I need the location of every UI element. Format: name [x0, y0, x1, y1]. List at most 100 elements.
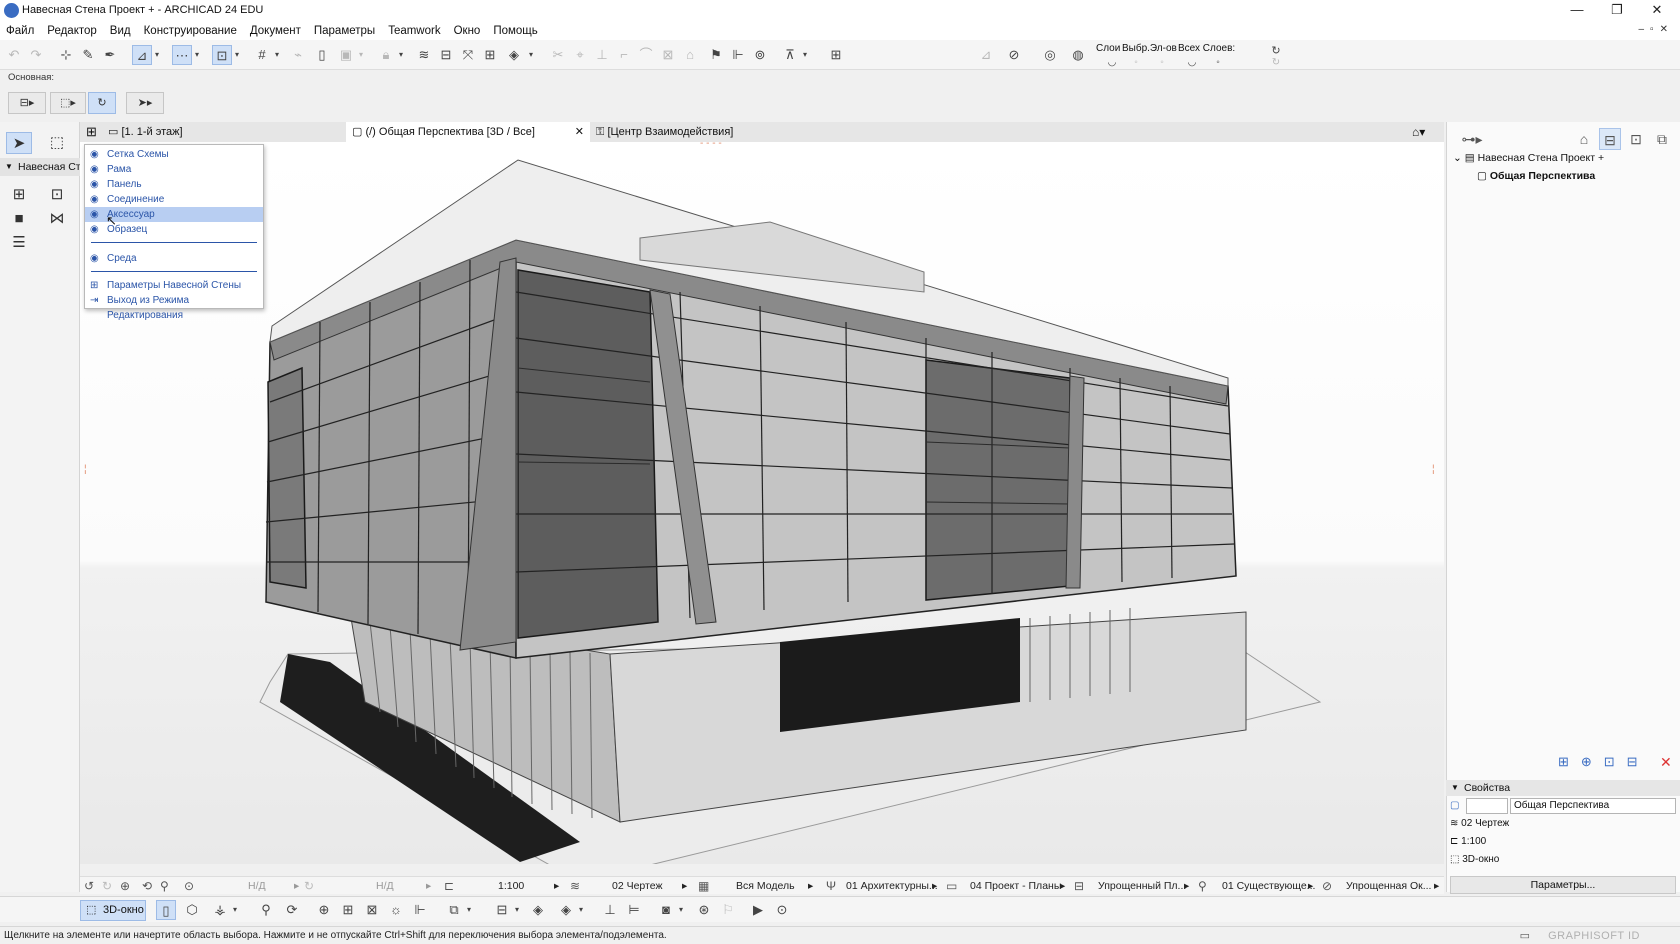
- adjust-icon[interactable]: ⌖: [570, 45, 590, 65]
- 3d-style-icon[interactable]: ⧉: [444, 900, 464, 920]
- orbit-icon[interactable]: ⟲: [142, 877, 152, 895]
- close-window-button[interactable]: ✕: [1634, 0, 1680, 22]
- chevron-down-icon[interactable]: ▾: [272, 45, 282, 65]
- geometry-method-icon[interactable]: ⊟▸: [8, 92, 46, 114]
- dropdown-arrow-icon[interactable]: ▸: [1060, 877, 1065, 895]
- chevron-down-icon[interactable]: ▾: [152, 45, 162, 65]
- lock-layer-icon[interactable]: ◦: [1126, 53, 1146, 73]
- render-icon[interactable]: ⊛: [694, 900, 714, 920]
- menu-item-exit-edit-mode[interactable]: ⇥ Выход из Режима Редактирования: [85, 293, 263, 321]
- redo-icon[interactable]: ↷: [26, 45, 46, 65]
- zoom-value-2[interactable]: Н/Д: [376, 877, 394, 895]
- show-selection-icon[interactable]: ◍: [1068, 45, 1088, 65]
- measure-icon[interactable]: ⊘: [1004, 45, 1024, 65]
- 3d-view-icon[interactable]: ◈: [504, 45, 524, 65]
- view-map-icon[interactable]: ⊟: [1599, 128, 1621, 150]
- pen-set[interactable]: 01 Архитектурны...: [846, 877, 938, 895]
- markup-icon[interactable]: ⊿: [976, 45, 996, 65]
- navigator-options-icon[interactable]: ⊶▸: [1455, 128, 1489, 150]
- undo-icon[interactable]: ↶: [4, 45, 24, 65]
- view-id-field[interactable]: [1466, 798, 1508, 814]
- scheme-grid-tool-icon[interactable]: ⊞: [6, 184, 32, 206]
- arrow-tool-icon[interactable]: ➤: [6, 132, 32, 154]
- align-icon[interactable]: ⊥: [592, 45, 612, 65]
- graphisoft-id-label[interactable]: GRAPHISOFT ID: [1548, 930, 1640, 942]
- menu-item-environment[interactable]: ◉ Среда: [85, 251, 263, 266]
- eye-icon[interactable]: ◉: [90, 207, 99, 222]
- dropdown-arrow-icon[interactable]: ▸: [1434, 877, 1439, 895]
- grid-snap-icon[interactable]: #: [252, 45, 272, 65]
- chevron-down-icon[interactable]: ▾: [356, 45, 366, 65]
- walk-icon[interactable]: ⚲: [256, 900, 276, 920]
- menu-document[interactable]: Документ: [250, 25, 308, 37]
- eye-icon[interactable]: ◉: [90, 147, 99, 162]
- renovation-icon[interactable]: ⊩: [728, 45, 748, 65]
- chevron-down-icon[interactable]: ▾: [464, 900, 474, 920]
- dropdown-arrow-icon[interactable]: ▸: [932, 877, 937, 895]
- 3d-cutaway-icon[interactable]: ⊞: [338, 900, 358, 920]
- split-icon[interactable]: ✂: [548, 45, 568, 65]
- group-icon[interactable]: ▣: [336, 45, 356, 65]
- curtain-wall-group[interactable]: ▼Навесная Стена: [0, 158, 80, 176]
- bimx-icon[interactable]: ⊙: [772, 900, 792, 920]
- chevron-down-icon[interactable]: ▾: [230, 900, 240, 920]
- chevron-down-icon[interactable]: ▾: [676, 900, 686, 920]
- chevron-down-icon[interactable]: ▾: [192, 45, 202, 65]
- resize-icon[interactable]: ⤧: [458, 45, 478, 65]
- dropdown-arrow-icon[interactable]: ▸: [808, 877, 813, 895]
- menu-item-scheme-grid[interactable]: ◉ Сетка Схемы: [85, 147, 263, 162]
- structure-display[interactable]: Упрощенная Ок...: [1346, 877, 1431, 895]
- filter-icon[interactable]: ⊟: [492, 900, 512, 920]
- pen-set-icon[interactable]: Ψ: [826, 877, 836, 895]
- scale-value[interactable]: 1:100: [498, 877, 524, 895]
- menu-item-frame[interactable]: ◉ Рама: [85, 162, 263, 177]
- transform-icon[interactable]: ⊞: [480, 45, 500, 65]
- menu-window[interactable]: Окно: [454, 25, 488, 37]
- scale-row[interactable]: ⊏ 1:100: [1450, 834, 1486, 850]
- camera-icon[interactable]: ◙: [656, 900, 676, 920]
- accessory-tool-icon[interactable]: ☰: [6, 232, 32, 254]
- tree-item-project[interactable]: ⌄ ▤ Навесная Стена Проект +: [1453, 150, 1604, 166]
- 3d-window-button[interactable]: ⬚ 3D-окно: [80, 900, 146, 921]
- 3d-viewport[interactable]: - - - - ¦ ¦: [80, 142, 1444, 864]
- orbit-3d-icon[interactable]: ⟳: [282, 900, 302, 920]
- walkthrough-icon[interactable]: ⚶: [210, 900, 230, 920]
- tab-3d-perspective[interactable]: ▢ (/) Общая Перспектива [3D / Все] ✕: [346, 122, 590, 142]
- intersect-icon[interactable]: ⊠: [658, 45, 678, 65]
- eye-icon[interactable]: ◉: [90, 222, 99, 237]
- view-cube-icon[interactable]: ◈: [556, 900, 576, 920]
- stair-icon[interactable]: ⊥: [600, 900, 620, 920]
- rotate-view-icon[interactable]: ↻: [304, 877, 314, 895]
- perspective-icon[interactable]: ▯: [156, 900, 176, 920]
- marquee-3d-icon[interactable]: ⊠: [362, 900, 382, 920]
- menu-design[interactable]: Конструирование: [144, 25, 244, 37]
- zoom-in-icon[interactable]: ⊕: [120, 877, 130, 895]
- axonometry-icon[interactable]: ⬡: [182, 900, 202, 920]
- panel-tool-icon[interactable]: ■: [6, 208, 32, 230]
- override-icon[interactable]: ⊟: [1074, 877, 1084, 895]
- dropdown-arrow-icon[interactable]: ▸: [294, 877, 299, 895]
- properties-toolbar-icons[interactable]: ⊞⊕⊡⊟: [1558, 754, 1650, 770]
- offset-icon[interactable]: ⌐: [614, 45, 634, 65]
- snap-points-icon[interactable]: ⊡: [212, 45, 232, 65]
- lock-icon[interactable]: 🔒︎: [376, 45, 396, 65]
- show-all-icon[interactable]: ◎: [1040, 45, 1060, 65]
- explore-icon[interactable]: ⚲: [160, 877, 169, 895]
- chevron-down-icon[interactable]: ▾: [800, 45, 810, 65]
- menu-file[interactable]: Файл: [6, 25, 41, 37]
- chevron-down-icon[interactable]: ⌄: [1453, 152, 1462, 164]
- tab-floor-plan[interactable]: ▭ [1. 1-й этаж]: [102, 122, 346, 142]
- eye-icon[interactable]: ◡: [1102, 53, 1122, 73]
- chevron-down-icon[interactable]: ▾: [232, 45, 242, 65]
- selection-method-icon[interactable]: ⬚▸: [50, 92, 86, 114]
- chevron-down-icon[interactable]: ▾: [396, 45, 406, 65]
- redo-view-icon[interactable]: ↻: [102, 877, 112, 895]
- mark-icon[interactable]: ⊚: [750, 45, 770, 65]
- structure-display-icon[interactable]: ⊘: [1322, 877, 1332, 895]
- pick-up-parameters-icon[interactable]: ⊹: [56, 45, 76, 65]
- fit-in-window-icon[interactable]: ⊙: [184, 877, 194, 895]
- view-name-field[interactable]: Общая Перспектива: [1510, 798, 1676, 814]
- dropdown-arrow-icon[interactable]: ▸: [1184, 877, 1189, 895]
- cutting-planes-icon[interactable]: ⊕: [314, 900, 334, 920]
- renovation-filter[interactable]: 01 Существующе...: [1222, 877, 1315, 895]
